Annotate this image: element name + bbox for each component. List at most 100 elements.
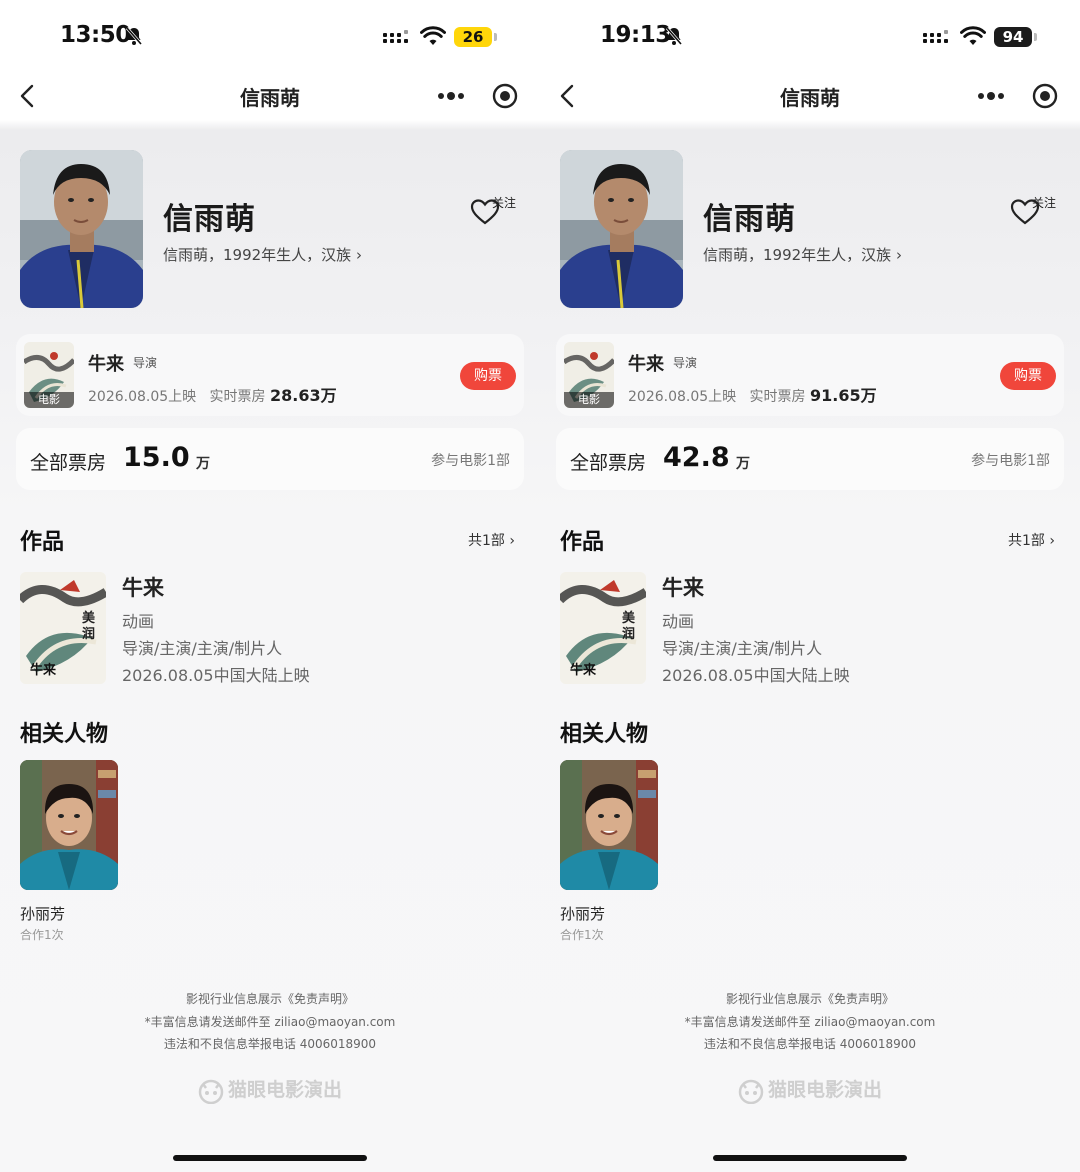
- movie-box-label: 实时票房: [749, 389, 806, 405]
- follow-label: 关注: [492, 196, 517, 210]
- home-indicator[interactable]: [173, 1155, 367, 1161]
- related-person-name[interactable]: 孙丽芳: [560, 903, 605, 924]
- movie-title: 牛来: [88, 354, 124, 375]
- movie-tag: 电影: [564, 392, 614, 408]
- chevron-right-icon: ›: [895, 246, 902, 264]
- svg-text:润: 润: [622, 626, 635, 642]
- work-title[interactable]: 牛来: [122, 572, 164, 602]
- buy-ticket-button[interactable]: 购票: [1000, 362, 1056, 390]
- follow-button[interactable]: 关注: [1010, 196, 1060, 230]
- movie-release: 2026.08.05上映: [628, 389, 737, 405]
- works-count-label: 共1部: [1008, 533, 1045, 549]
- box-office-label: 全部票房: [30, 452, 107, 474]
- battery-icon: 26: [454, 27, 497, 47]
- movie-box-value: 91.65万: [809, 386, 877, 405]
- brand-logo: 猫眼电影演出: [540, 1075, 1080, 1104]
- movie-role: 导演: [673, 356, 698, 370]
- svg-text:美: 美: [622, 610, 636, 626]
- work-poster[interactable]: 美润牛来: [560, 572, 646, 684]
- person-bio[interactable]: 信雨萌，1992年生人，汉族 ›: [703, 244, 902, 265]
- brand-logo: 猫眼电影演出: [0, 1075, 540, 1104]
- work-release: 2026.08.05中国大陆上映: [662, 666, 850, 685]
- related-person-collab: 合作1次: [560, 928, 604, 942]
- person-bio-text: 信雨萌，1992年生人，汉族: [703, 246, 892, 264]
- brand-text: 猫眼电影演出: [227, 1079, 342, 1101]
- svg-text:润: 润: [82, 626, 95, 642]
- person-name: 信雨萌: [163, 202, 256, 237]
- signal-icon: [923, 30, 948, 43]
- box-office-unit: 万: [736, 456, 750, 472]
- svg-text:美: 美: [82, 610, 96, 626]
- footer-disclaimer[interactable]: 影视行业信息展示《免责声明》: [0, 990, 540, 1007]
- bell-muted-icon: [665, 27, 683, 45]
- buy-ticket-button[interactable]: 购票: [460, 362, 516, 390]
- box-office-card: 全部票房 15.0 万 参与电影1部: [16, 428, 524, 490]
- chevron-right-icon: ›: [509, 533, 515, 549]
- works-all-link[interactable]: 共1部 ›: [1008, 530, 1055, 550]
- bell-muted-icon: [125, 27, 143, 45]
- related-person-photo[interactable]: [560, 760, 658, 890]
- status-time: 19:13: [600, 22, 671, 48]
- person-avatar: [20, 150, 143, 308]
- movie-box-label: 实时票房: [209, 389, 266, 405]
- box-office-participation: 参与电影1部: [431, 453, 510, 469]
- person-avatar: [560, 150, 683, 308]
- footer-report-phone: 违法和不良信息举报电话 4006018900: [703, 1037, 917, 1051]
- footer-email: *丰富信息请发送邮件至 ziliao@maoyan.com: [144, 1015, 396, 1029]
- wifi-icon: [420, 26, 446, 45]
- work-genre: 动画: [122, 612, 155, 631]
- box-office-value: 15.0: [123, 442, 190, 473]
- svg-text:牛来: 牛来: [570, 662, 597, 678]
- work-roles: 导演/主演/主演/制片人: [662, 639, 823, 658]
- person-bio-text: 信雨萌，1992年生人，汉族: [163, 246, 352, 264]
- works-heading: 作品: [560, 530, 605, 555]
- more-dots-icon[interactable]: [437, 92, 465, 100]
- works-heading: 作品: [20, 530, 65, 555]
- wifi-icon: [960, 26, 986, 45]
- movie-release-info: 2026.08.05上映 实时票房 91.65万: [628, 382, 877, 406]
- target-circle-icon[interactable]: [1030, 81, 1060, 111]
- screenshot-pair: 13:50 26 信雨萌 信雨萌 信雨萌，1992年生人，汉族 › 关注 电影 …: [0, 0, 1080, 1172]
- movie-card[interactable]: 电影 牛来 导演 2026.08.05上映 实时票房 91.65万 购票: [556, 334, 1064, 416]
- follow-button[interactable]: 关注: [470, 196, 520, 230]
- movie-release: 2026.08.05上映: [88, 389, 197, 405]
- chevron-right-icon: ›: [355, 246, 362, 264]
- works-all-link[interactable]: 共1部 ›: [468, 530, 515, 550]
- movie-card[interactable]: 电影 牛来 导演 2026.08.05上映 实时票房 28.63万 购票: [16, 334, 524, 416]
- related-heading: 相关人物: [560, 722, 649, 747]
- footer-email: *丰富信息请发送邮件至 ziliao@maoyan.com: [684, 1015, 936, 1029]
- box-office-value: 42.8: [663, 442, 730, 473]
- signal-icon: [383, 30, 408, 43]
- target-circle-icon[interactable]: [490, 81, 520, 111]
- work-poster[interactable]: 美润牛来: [20, 572, 106, 684]
- work-release: 2026.08.05中国大陆上映: [122, 666, 310, 685]
- related-heading: 相关人物: [20, 722, 109, 747]
- work-title[interactable]: 牛来: [662, 572, 704, 602]
- cat-logo-icon: [738, 1079, 764, 1104]
- box-office-label: 全部票房: [570, 452, 647, 474]
- related-person-name[interactable]: 孙丽芳: [20, 903, 65, 924]
- footer-disclaimer[interactable]: 影视行业信息展示《免责声明》: [540, 990, 1080, 1007]
- box-office-card: 全部票房 42.8 万 参与电影1部: [556, 428, 1064, 490]
- movie-role: 导演: [133, 356, 158, 370]
- more-dots-icon[interactable]: [977, 92, 1005, 100]
- follow-label: 关注: [1032, 196, 1057, 210]
- svg-text:牛来: 牛来: [30, 662, 57, 678]
- movie-poster[interactable]: 电影: [564, 342, 614, 408]
- phone-screen: 19:13 94 信雨萌 信雨萌 信雨萌，1992年生人，汉族 › 关注 电影 …: [540, 0, 1080, 1172]
- home-indicator[interactable]: [713, 1155, 907, 1161]
- person-bio[interactable]: 信雨萌，1992年生人，汉族 ›: [163, 244, 362, 265]
- box-office-unit: 万: [196, 456, 210, 472]
- movie-tag: 电影: [24, 392, 74, 408]
- footer-report-phone: 违法和不良信息举报电话 4006018900: [163, 1037, 377, 1051]
- related-person-photo[interactable]: [20, 760, 118, 890]
- box-office-participation: 参与电影1部: [971, 453, 1050, 469]
- movie-poster[interactable]: 电影: [24, 342, 74, 408]
- movie-box-value: 28.63万: [269, 386, 337, 405]
- movie-title: 牛来: [628, 354, 664, 375]
- works-count-label: 共1部: [468, 533, 505, 549]
- chevron-right-icon: ›: [1049, 533, 1055, 549]
- cat-logo-icon: [198, 1079, 224, 1104]
- work-genre: 动画: [662, 612, 695, 631]
- status-time: 13:50: [60, 22, 131, 48]
